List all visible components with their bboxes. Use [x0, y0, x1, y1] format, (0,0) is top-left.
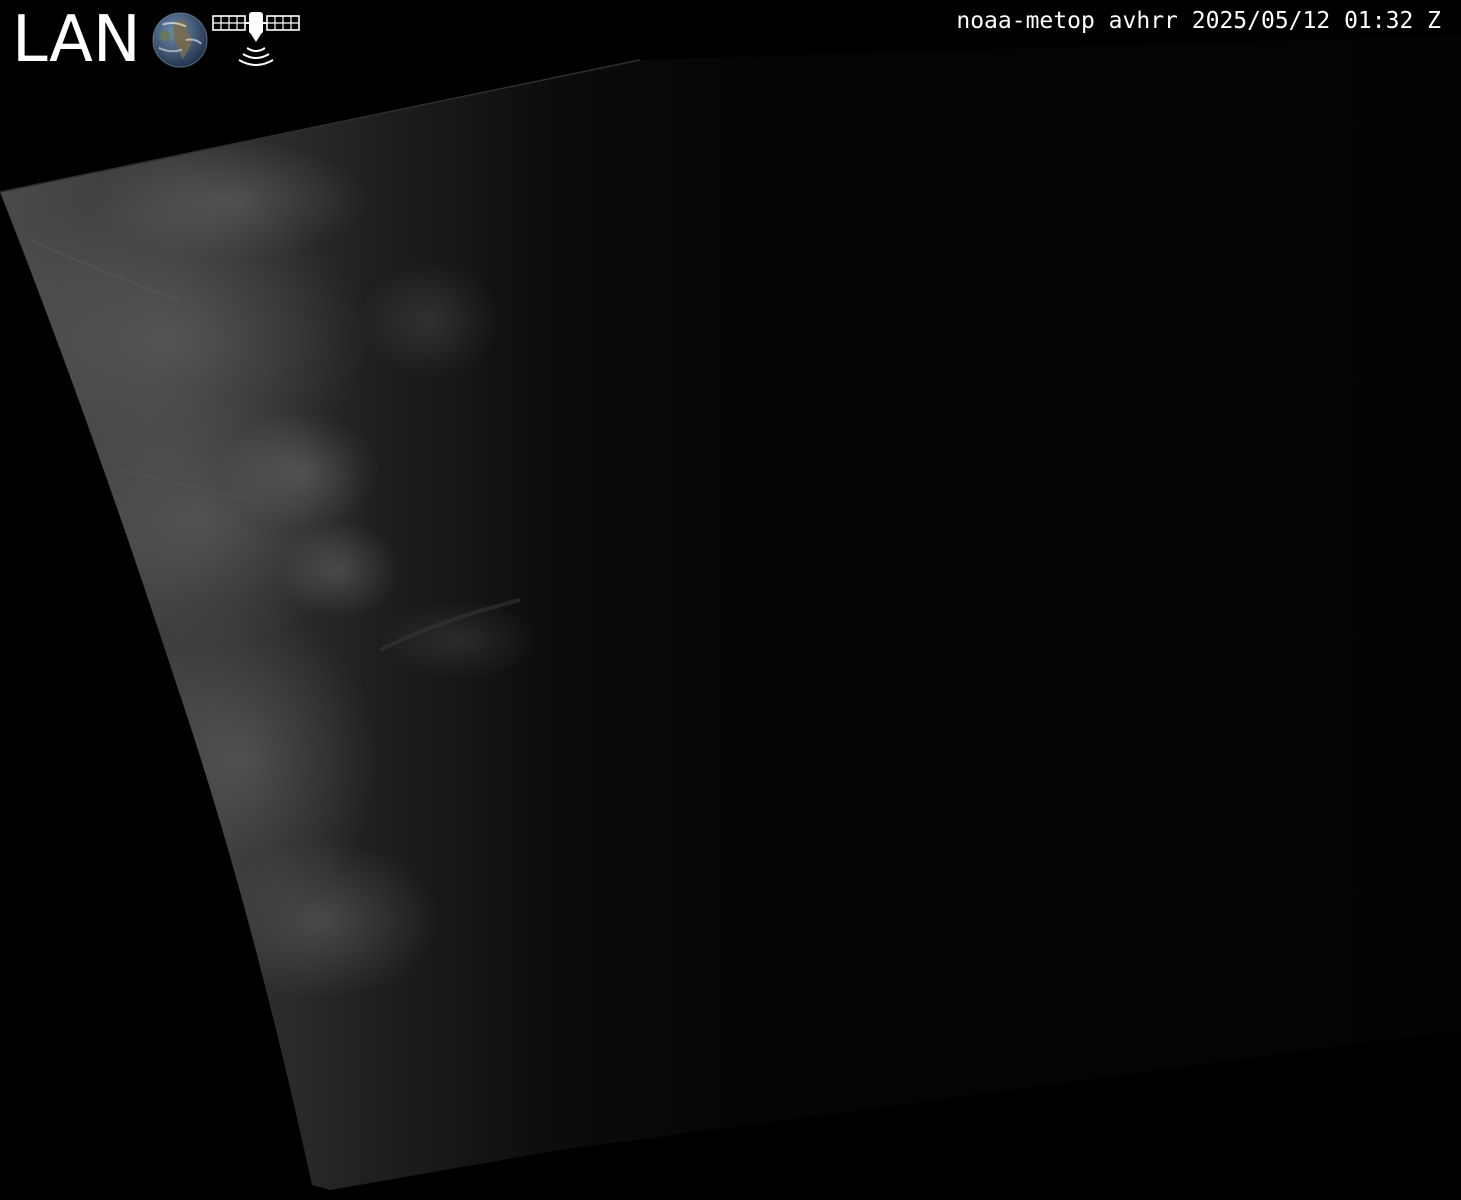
- satellite-image: [0, 0, 1461, 1200]
- image-caption: noaa-metop avhrr 2025/05/12 01:32 Z: [956, 8, 1441, 34]
- logo: LAN: [12, 4, 303, 76]
- logo-text: LAN: [12, 3, 141, 77]
- satellite-icon: [211, 12, 300, 66]
- globe-icon: [152, 12, 208, 68]
